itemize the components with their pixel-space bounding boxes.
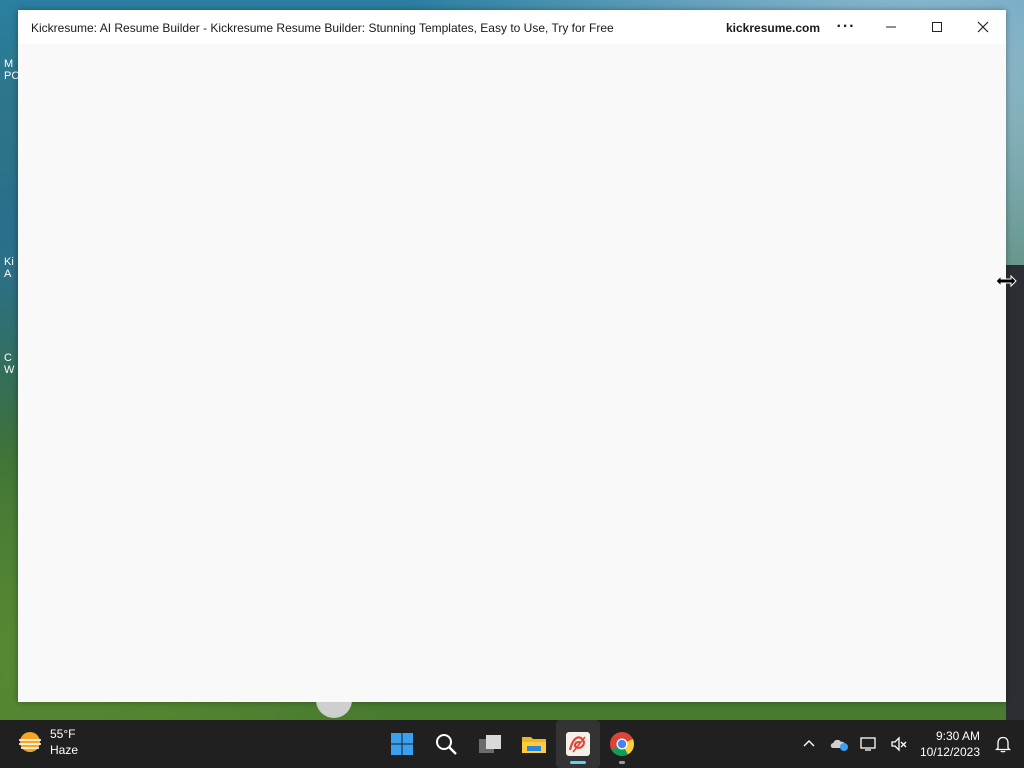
onedrive-button[interactable]	[824, 736, 854, 752]
close-icon	[977, 21, 989, 33]
background-window-edge	[1006, 265, 1024, 720]
taskbar-clock[interactable]: 9:30 AM 10/12/2023	[920, 728, 980, 760]
clock-time: 9:30 AM	[935, 729, 980, 743]
desktop-icon-label: Ki A	[4, 256, 14, 280]
chrome-button[interactable]	[600, 720, 644, 768]
onedrive-sync-icon	[830, 739, 848, 751]
title-bar[interactable]: Kickresume: AI Resume Builder - Kickresu…	[18, 10, 1006, 44]
show-hidden-icons-button[interactable]	[794, 738, 824, 750]
app-window: Kickresume: AI Resume Builder - Kickresu…	[18, 10, 1006, 702]
kickresume-app-button[interactable]	[556, 720, 600, 768]
minimize-icon	[886, 26, 896, 28]
clock-date: 10/12/2023	[919, 745, 980, 759]
window-title: Kickresume: AI Resume Builder - Kickresu…	[31, 21, 614, 35]
weather-condition: Haze	[50, 743, 79, 757]
active-indicator	[570, 761, 586, 764]
page-content-area[interactable]	[18, 44, 1006, 702]
maximize-button[interactable]	[914, 10, 960, 44]
task-view-icon	[479, 735, 501, 753]
search-button[interactable]	[424, 720, 468, 768]
more-options-button[interactable]: ···	[823, 10, 869, 44]
notifications-button[interactable]	[988, 735, 1018, 753]
haze-sun-icon	[19, 732, 41, 752]
chevron-up-icon	[803, 740, 815, 747]
file-explorer-button[interactable]	[512, 720, 556, 768]
resize-cursor-icon	[995, 274, 1017, 288]
start-button[interactable]	[380, 720, 424, 768]
kickresume-app-icon	[566, 732, 590, 756]
windows-start-icon	[391, 733, 413, 755]
speaker-muted-icon	[891, 736, 907, 752]
more-icon: ···	[836, 18, 856, 35]
weather-temperature: 55°F	[50, 727, 76, 741]
desktop-icon-label: M PC	[4, 58, 20, 82]
maximize-icon	[932, 22, 942, 32]
running-indicator	[619, 761, 625, 764]
chrome-icon	[610, 732, 635, 757]
close-button[interactable]	[960, 10, 1006, 44]
minimize-button[interactable]	[868, 10, 914, 44]
volume-button[interactable]	[884, 736, 914, 752]
taskbar-apps	[380, 720, 644, 768]
search-icon	[436, 734, 457, 755]
weather-widget[interactable]: 55°F Haze	[16, 726, 78, 758]
system-tray: 9:30 AM 10/12/2023	[794, 720, 1024, 768]
desktop-icon-label: C W	[4, 352, 15, 376]
folder-icon	[522, 737, 546, 753]
task-view-button[interactable]	[468, 720, 512, 768]
partial-circle-shape	[316, 702, 352, 718]
bell-icon	[995, 736, 1011, 753]
window-domain: kickresume.com	[726, 21, 821, 35]
taskbar: 55°F Haze 9:30 AM 10/12/2023	[0, 720, 1024, 768]
network-button[interactable]	[854, 736, 884, 752]
display-network-icon	[860, 737, 876, 751]
